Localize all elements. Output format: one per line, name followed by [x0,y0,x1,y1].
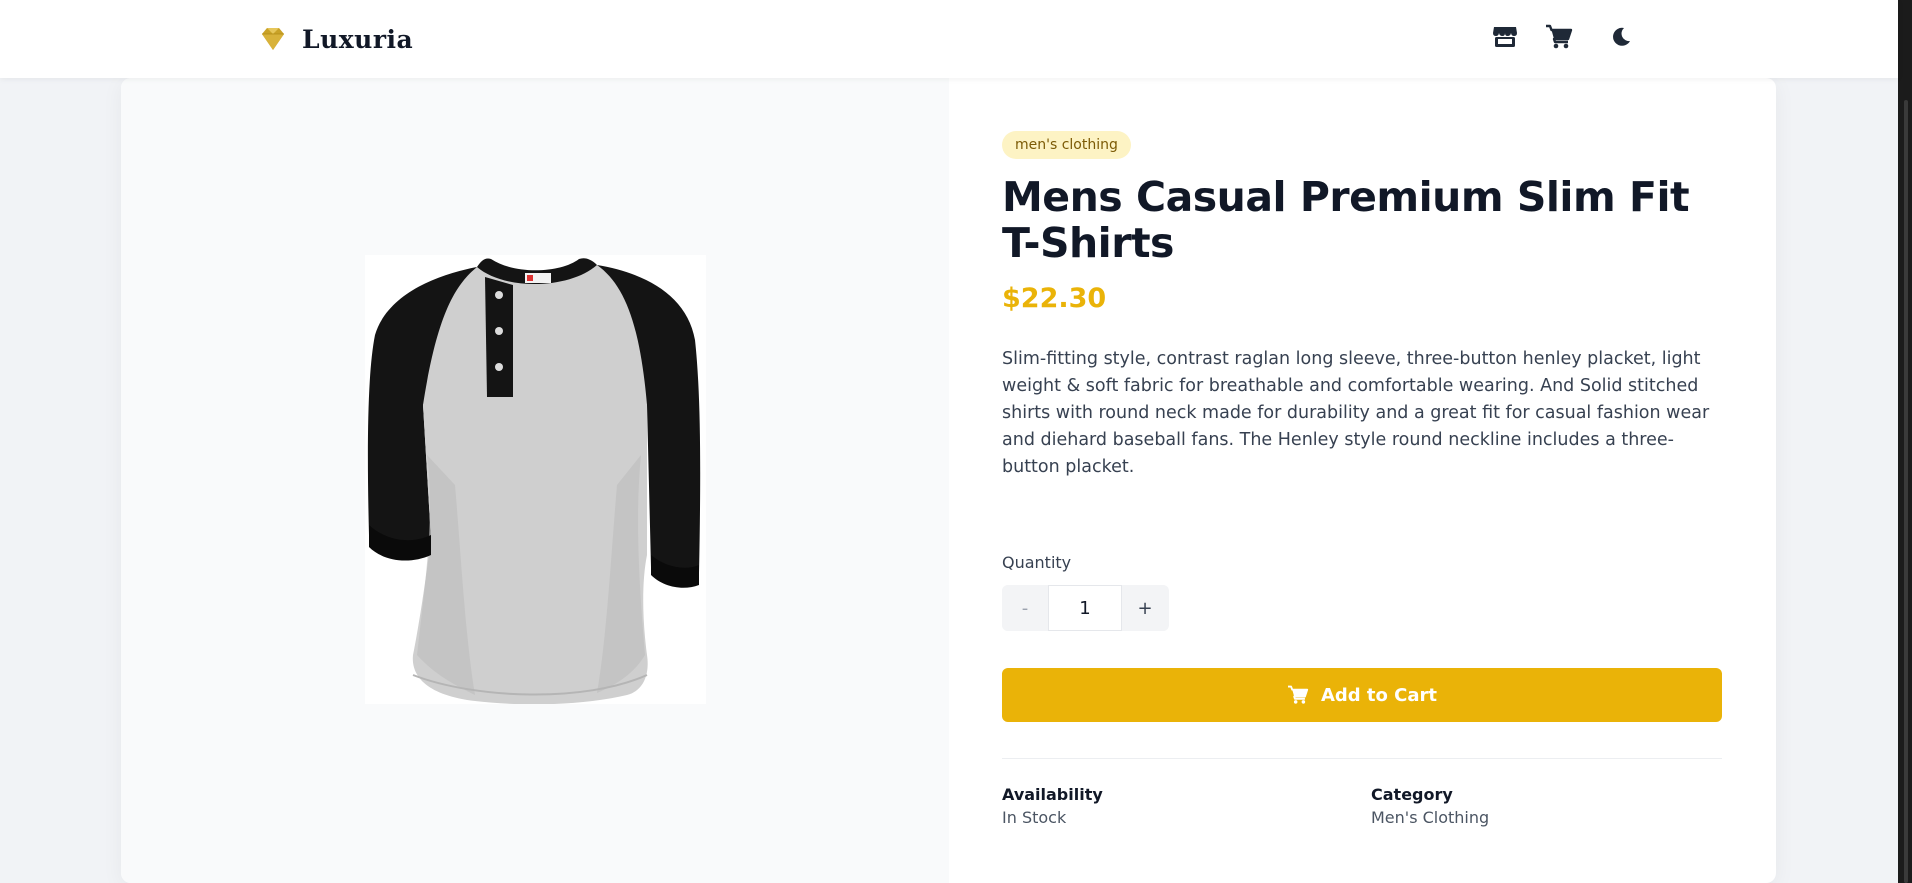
divider [1002,758,1722,759]
product-image [365,255,706,705]
product-description: Slim-fitting style, contrast raglan long… [1002,349,1710,477]
product-image-pane [121,78,949,883]
quantity-stepper: - + [1002,585,1169,631]
add-to-cart-button[interactable]: Add to Cart [1002,668,1722,722]
availability-label: Availability [1002,785,1103,804]
availability-value: In Stock [1002,808,1067,827]
category-info: Category Men's Clothing [1371,784,1489,830]
henley-shirt-image [367,258,701,705]
add-to-cart-label: Add to Cart [1320,684,1438,706]
category-value: Men's Clothing [1371,808,1490,827]
window-scrollbar[interactable] [1898,0,1912,883]
decrease-quantity-button[interactable]: - [1002,585,1048,631]
increase-quantity-button[interactable]: + [1122,585,1168,631]
store-icon[interactable] [1490,22,1520,52]
brand-logo[interactable]: Luxuria [258,22,413,56]
cart-icon[interactable] [1544,22,1574,52]
category-label: Category [1371,785,1453,804]
product-page: Luxuria men's clothing Mens Casual Premi… [0,0,1912,883]
brand-name: Luxuria [302,24,414,54]
quantity-label: Quantity [1002,553,1072,572]
top-navbar: Luxuria [0,0,1898,78]
cart-icon [1287,685,1309,704]
product-price: $22.30 [1002,283,1107,314]
diamond-icon [262,28,284,50]
category-badge[interactable]: men's clothing [1002,131,1131,159]
moon-icon[interactable] [1606,22,1636,52]
quantity-input[interactable] [1048,585,1122,631]
availability-info: Availability In Stock [1002,784,1103,830]
product-card: men's clothing Mens Casual Premium Slim … [121,78,1776,883]
product-title: Mens Casual Premium Slim Fit T-Shirts [1002,173,1690,267]
scrollbar-thumb[interactable] [1904,100,1908,883]
product-info-pane: men's clothing Mens Casual Premium Slim … [1002,78,1722,883]
